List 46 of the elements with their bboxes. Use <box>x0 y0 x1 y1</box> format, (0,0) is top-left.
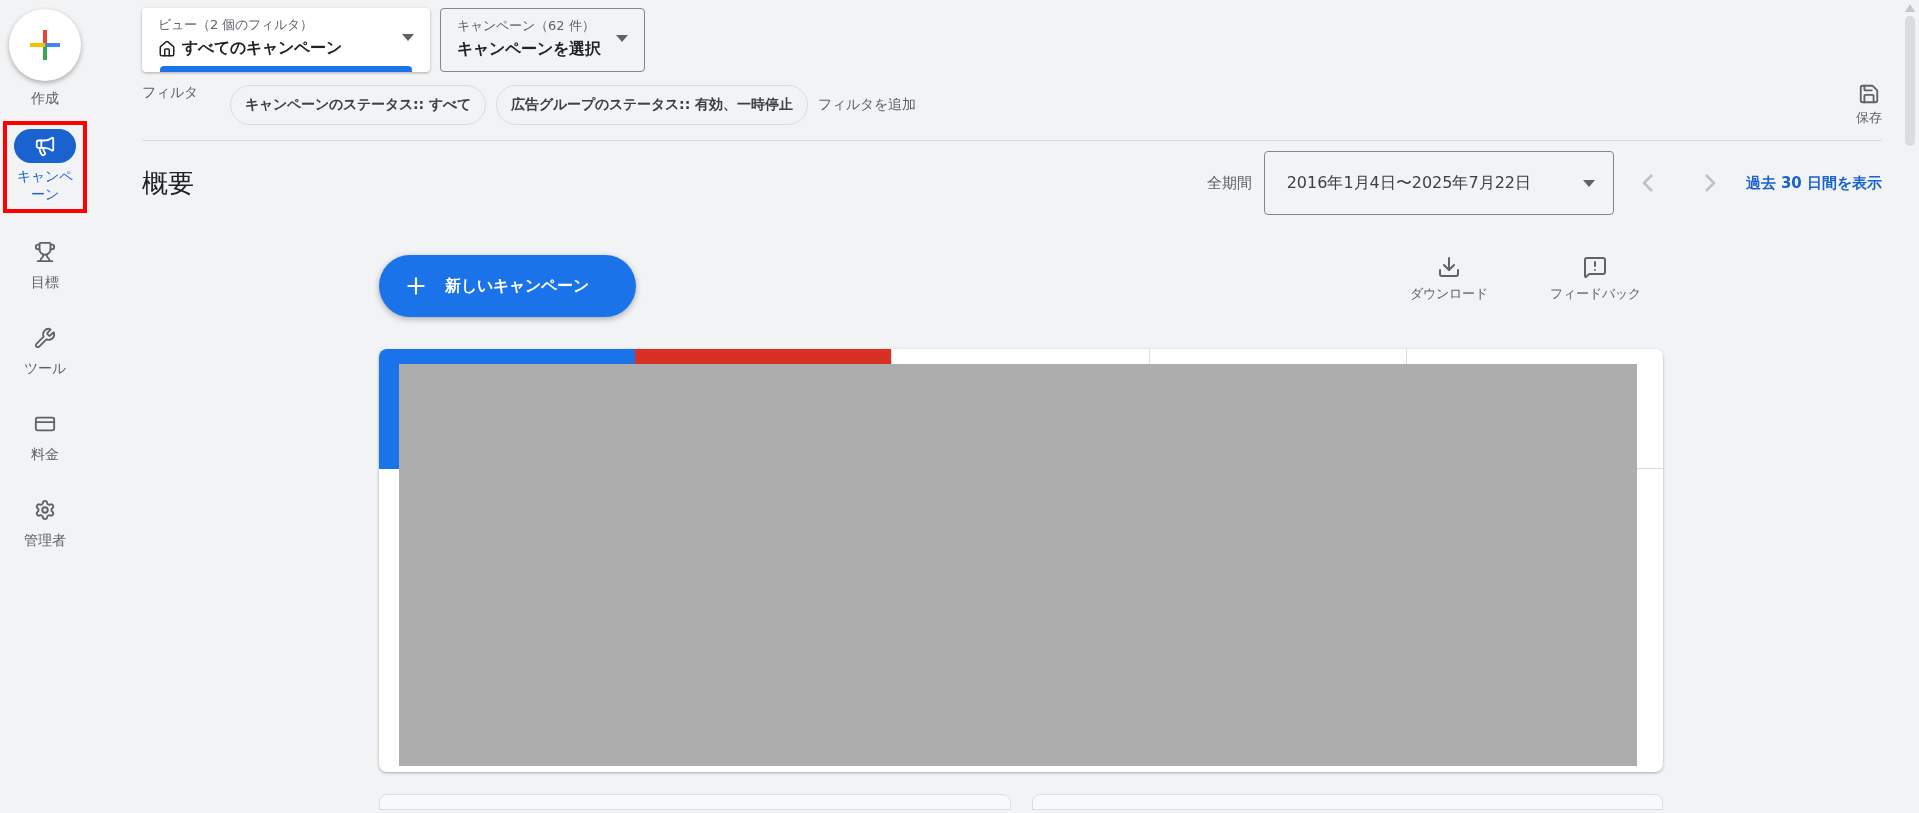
dropdown-caret-icon <box>1582 179 1595 187</box>
campaign-selector-value: キャンペーンを選択 <box>457 39 602 60</box>
download-button[interactable]: ダウンロード <box>1394 255 1504 303</box>
campaign-selector-label: キャンペーン（62 件） <box>457 17 596 35</box>
nav-label: キャンペーン <box>16 167 74 203</box>
view-selector-value: すべてのキャンペーン <box>182 38 342 59</box>
settings-icon <box>34 499 56 521</box>
scroll-up-arrow-icon[interactable] <box>1904 4 1915 12</box>
trophy-icon <box>34 241 56 263</box>
feedback-icon <box>1583 255 1607 279</box>
save-icon <box>1858 83 1880 105</box>
create-button[interactable] <box>9 9 81 81</box>
create-label: 作成 <box>31 89 59 107</box>
nav-label: 目標 <box>30 273 60 291</box>
view-selector[interactable]: ビュー（2 個のフィルタ） すべてのキャンペーン <box>142 8 430 72</box>
nav-label: 管理者 <box>23 531 67 549</box>
nav-label: ツール <box>23 359 67 377</box>
wrench-icon <box>34 327 56 349</box>
metric-tab[interactable] <box>891 349 1149 364</box>
last-30-days-link[interactable]: 過去 30 日間を表示 <box>1745 173 1882 193</box>
metric-tab[interactable] <box>1148 349 1406 364</box>
download-icon <box>1437 255 1461 279</box>
next-button[interactable] <box>1703 173 1716 193</box>
filter-label: フィルタ <box>142 84 198 102</box>
dropdown-caret-icon <box>402 34 414 41</box>
campaign-selector[interactable]: キャンペーン（62 件） キャンペーンを選択 <box>440 8 645 72</box>
metric-tab[interactable] <box>379 349 636 364</box>
dropdown-caret-icon <box>616 35 628 42</box>
chevron-left-icon <box>1641 173 1654 193</box>
previous-button[interactable] <box>1641 173 1654 193</box>
page-title: 概要 <box>142 166 194 200</box>
date-range-label: 全期間 <box>1206 173 1252 193</box>
google-plus-icon <box>30 30 60 60</box>
date-range-dropdown[interactable]: 2016年1月4日〜2025年7月22日 <box>1263 151 1614 215</box>
save-button[interactable]: 保存 <box>1856 83 1882 127</box>
home-icon <box>158 39 176 58</box>
add-filter-link[interactable]: フィルタを追加 <box>818 96 917 114</box>
metric-tab[interactable] <box>1405 349 1663 364</box>
new-campaign-button[interactable]: 新しいキャンペーン <box>379 255 636 317</box>
view-selector-label: ビュー（2 個のフィルタ） <box>158 16 315 34</box>
feedback-button[interactable]: フィードバック <box>1540 255 1650 303</box>
megaphone-icon <box>34 135 56 157</box>
nav-label: 料金 <box>30 445 60 463</box>
metric-tab[interactable] <box>635 349 892 364</box>
chevron-right-icon <box>1703 173 1716 193</box>
nav-item[interactable] <box>14 129 76 163</box>
